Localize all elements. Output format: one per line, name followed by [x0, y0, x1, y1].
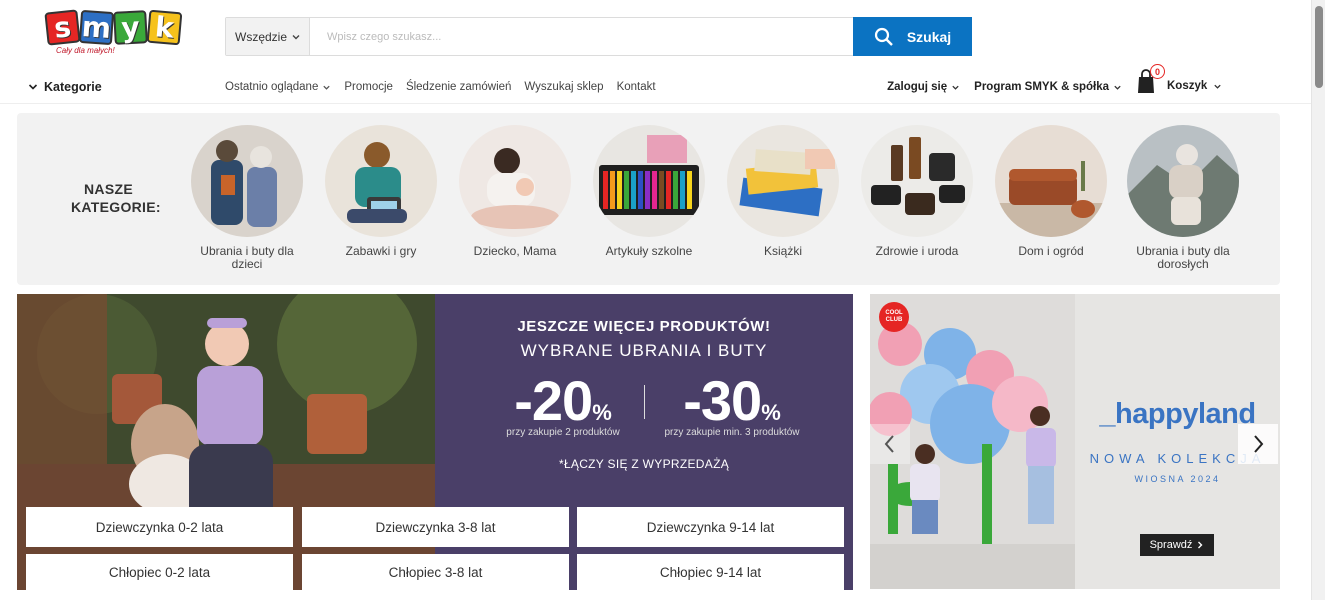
chevron-left-icon — [884, 435, 894, 453]
category-label: Książki — [763, 244, 802, 258]
logo-tile-y: y — [113, 10, 148, 45]
nav-link-order-tracking[interactable]: Śledzenie zamówień — [406, 81, 511, 93]
program-label: Program SMYK & spółka — [974, 81, 1109, 93]
carousel-next-button[interactable] — [1238, 424, 1278, 464]
page-scrollbar[interactable] — [1311, 0, 1325, 600]
logo-tagline: Cały dla małych! — [56, 46, 115, 55]
categories-heading: NASZE KATEGORIE: — [71, 181, 161, 215]
discount-value: -20 — [514, 369, 593, 432]
search-scope-label: Wszędzie — [235, 29, 288, 44]
search-button[interactable]: Szukaj — [853, 17, 972, 56]
nav-link-store-finder[interactable]: Wyszukaj sklep — [524, 81, 603, 93]
category-image — [727, 125, 839, 237]
carousel-prev-button[interactable] — [870, 424, 910, 464]
nav-bar: Kategorie Ostatnio oglądane Promocje Śle… — [0, 64, 1311, 100]
nav-link-promotions[interactable]: Promocje — [344, 81, 393, 93]
shopping-bag-icon: 0 — [1135, 64, 1165, 94]
discount-value: -30 — [683, 369, 762, 432]
scrollbar-thumb[interactable] — [1315, 6, 1323, 88]
discount-divider — [644, 385, 645, 419]
promo-subheadline: WYBRANE UBRANIA I BUTY — [520, 341, 768, 360]
nav-link-contact[interactable]: Kontakt — [617, 81, 656, 93]
categories-menu-label: Kategorie — [44, 80, 102, 94]
category-kids-clothes[interactable]: Ubrania i buty dla dzieci — [187, 125, 307, 271]
category-label: Ubrania i buty dla dorosłych — [1136, 244, 1230, 271]
chevron-right-icon — [1198, 541, 1203, 549]
cart-label: Koszyk — [1167, 80, 1208, 92]
segment-girl-0-2[interactable]: Dziewczynka 0-2 lata — [26, 507, 293, 547]
check-button[interactable]: Sprawdź — [1140, 534, 1214, 556]
logo-tile-k: k — [146, 9, 183, 46]
category-image — [325, 125, 437, 237]
category-home-garden[interactable]: Dom i ogród — [991, 125, 1111, 258]
chevron-down-icon — [28, 84, 38, 90]
discount-condition: przy zakupie 2 produktów — [506, 427, 620, 438]
category-image — [861, 125, 973, 237]
chevron-down-icon — [292, 34, 300, 39]
category-baby-mom[interactable]: Dziecko, Mama — [455, 125, 575, 258]
login-menu-button[interactable]: Zaloguj się — [887, 81, 960, 93]
category-label: Dom i ogród — [1018, 244, 1084, 258]
category-image — [191, 125, 303, 237]
categories-section: NASZE KATEGORIE: Ubrania i buty dla dzie… — [17, 113, 1280, 285]
season-label: WIOSNA 2024 — [1134, 474, 1221, 484]
cart-button[interactable]: 0 Koszyk — [1135, 64, 1222, 94]
categories-menu-button[interactable]: Kategorie — [28, 80, 102, 94]
promo-headline: JESZCZE WIĘCEJ PRODUKTÓW! — [517, 318, 771, 335]
category-label: Dziecko, Mama — [473, 244, 557, 258]
segment-boy-9-14[interactable]: Chłopiec 9-14 lat — [577, 554, 844, 590]
category-label: Ubrania i buty dla dzieci — [200, 244, 294, 271]
segment-boy-3-8[interactable]: Chłopiec 3-8 lat — [302, 554, 569, 590]
smyk-logo[interactable]: s m y k Cały dla małych! — [44, 9, 196, 61]
category-school-supplies[interactable]: Artykuły szkolne — [589, 125, 709, 258]
category-adult-clothes[interactable]: Ubrania i buty dla dorosłych — [1123, 125, 1243, 271]
chevron-down-icon — [952, 85, 959, 90]
cool-club-badge: COOL CLUB — [879, 302, 909, 332]
percent-sign: % — [592, 400, 612, 425]
chevron-down-icon — [1214, 84, 1221, 89]
promo-banner[interactable]: JESZCZE WIĘCEJ PRODUKTÓW! WYBRANE UBRANI… — [17, 294, 853, 590]
search-icon — [874, 27, 893, 46]
cart-count-badge: 0 — [1150, 64, 1165, 79]
chevron-right-icon — [1254, 435, 1264, 453]
chevron-down-icon — [323, 85, 331, 90]
nav-link-recently-viewed[interactable]: Ostatnio oglądane — [225, 81, 331, 93]
search-bar: Wszędzie Szukaj — [225, 17, 972, 56]
search-button-label: Szukaj — [906, 28, 952, 45]
program-menu-button[interactable]: Program SMYK & spółka — [974, 81, 1122, 93]
side-banner[interactable]: COOL CLUB _happyland NOWA KOLEKCJA WIOSN… — [870, 294, 1280, 589]
category-health-beauty[interactable]: Zdrowie i uroda — [857, 125, 977, 258]
search-input[interactable] — [310, 18, 853, 55]
category-label: Zdrowie i uroda — [875, 244, 959, 258]
category-label: Zabawki i gry — [345, 244, 417, 258]
page: s m y k Cały dla małych! Wszędzie Szukaj… — [0, 0, 1325, 600]
promo-note: *ŁĄCZY SIĘ Z WYPRZEDAŻĄ — [558, 457, 730, 471]
segment-boy-0-2[interactable]: Chłopiec 0-2 lata — [26, 554, 293, 590]
logo-tile-m: m — [78, 9, 115, 46]
header-divider — [0, 103, 1311, 104]
account-links: Zaloguj się Program SMYK & spółka — [887, 81, 1122, 93]
logo-tile-s: s — [44, 9, 81, 46]
segment-girl-3-8[interactable]: Dziewczynka 3-8 lat — [302, 507, 569, 547]
nav-link-label: Ostatnio oglądane — [225, 81, 319, 93]
login-label: Zaloguj się — [887, 81, 948, 93]
category-label: Artykuły szkolne — [605, 244, 693, 258]
category-image — [593, 125, 705, 237]
percent-sign: % — [761, 400, 781, 425]
segment-girl-9-14[interactable]: Dziewczynka 9-14 lat — [577, 507, 844, 547]
check-button-label: Sprawdź — [1149, 539, 1193, 551]
category-image — [1127, 125, 1239, 237]
discount-condition: przy zakupie min. 3 produktów — [664, 427, 800, 438]
promo-discounts: -20% przy zakupie 2 produktów -30% przy … — [435, 371, 853, 441]
nav-links: Ostatnio oglądane Promocje Śledzenie zam… — [225, 81, 656, 93]
category-image — [459, 125, 571, 237]
search-scope-select[interactable]: Wszędzie — [226, 18, 310, 55]
category-toys-games[interactable]: Zabawki i gry — [321, 125, 441, 258]
category-books[interactable]: Książki — [723, 125, 843, 258]
discount-20: -20% przy zakupie 2 produktów — [493, 369, 633, 439]
category-image — [995, 125, 1107, 237]
discount-30: -30% przy zakupie min. 3 produktów — [657, 369, 807, 439]
chevron-down-icon — [1114, 85, 1121, 90]
